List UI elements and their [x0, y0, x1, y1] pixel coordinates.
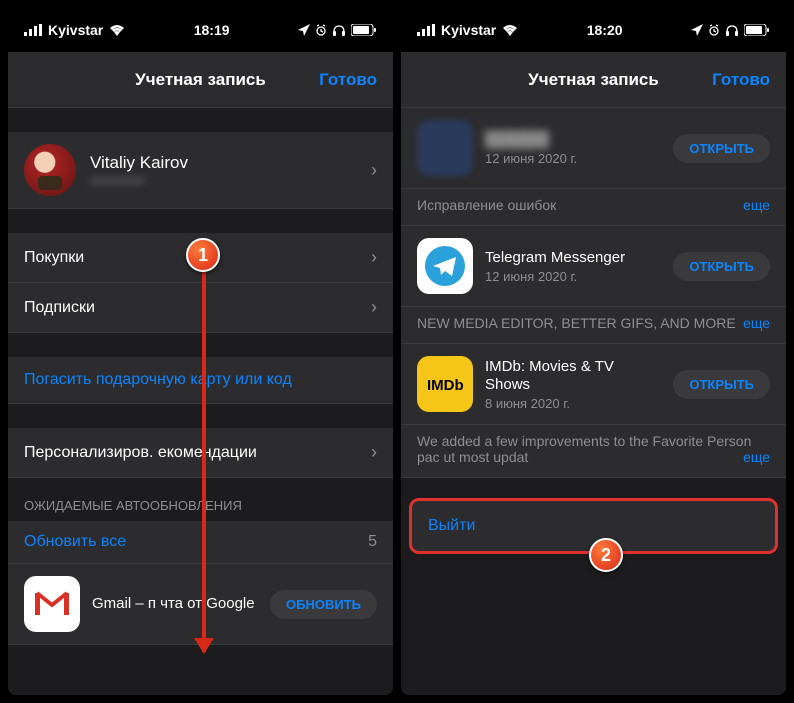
gmail-app-row[interactable]: Gmail – п чта от Google Обновить	[8, 564, 393, 645]
telegram-row[interactable]: Telegram Messenger 12 июня 2020 г. Откры…	[401, 226, 786, 307]
imdb-icon: IMDb	[417, 356, 473, 412]
imdb-notes: We added a few improvements to the Favor…	[401, 425, 786, 478]
phone-left: Kyivstar 18:19 Учетная запись Готово Vit…	[8, 8, 393, 695]
account-header: Учетная запись Готово	[8, 52, 393, 108]
battery-icon	[351, 24, 377, 36]
alarm-icon	[315, 24, 327, 36]
telegram-name: Telegram Messenger	[485, 249, 661, 267]
user-profile-row[interactable]: Vitaliy Kairov •••••••••••• ›	[8, 132, 393, 209]
more-link[interactable]: еще	[737, 315, 770, 331]
purchases-label: Покупки	[24, 249, 84, 267]
chevron-right-icon: ›	[371, 247, 377, 268]
app1-notes-text: Исправление ошибок	[417, 197, 556, 213]
signal-icon	[24, 24, 42, 36]
done-button[interactable]: Готово	[712, 70, 770, 90]
telegram-icon	[417, 238, 473, 294]
app1-name: ██████	[485, 131, 661, 149]
chevron-right-icon: ›	[371, 160, 377, 181]
wifi-icon	[109, 24, 125, 36]
battery-icon	[744, 24, 770, 36]
headphones-icon	[332, 24, 346, 36]
carrier-label: Kyivstar	[441, 22, 496, 38]
annotation-badge-1: 1	[186, 238, 220, 272]
chevron-right-icon: ›	[371, 442, 377, 463]
annotation-arrow	[202, 272, 206, 652]
redeem-label: Погасить подарочную карту или код	[24, 371, 292, 389]
telegram-date: 12 июня 2020 г.	[485, 269, 661, 284]
user-email: ••••••••••••	[90, 173, 357, 188]
gmail-update-button[interactable]: Обновить	[270, 590, 377, 619]
location-arrow-icon	[298, 24, 310, 36]
content-area: ██████ 12 июня 2020 г. Открыть Исправлен…	[401, 108, 786, 695]
app1-date: 12 июня 2020 г.	[485, 151, 661, 166]
update-all-row[interactable]: Обновить все 5	[8, 521, 393, 564]
update-all-label: Обновить все	[24, 533, 126, 551]
phone-right: Kyivstar 18:20 Учетная запись Готово ███…	[401, 8, 786, 695]
account-header: Учетная запись Готово	[401, 52, 786, 108]
imdb-name: IMDb: Movies & TV Shows	[485, 358, 661, 394]
app1-notes: Исправление ошибок еще	[401, 189, 786, 226]
time-label: 18:20	[587, 22, 623, 38]
done-button[interactable]: Готово	[319, 70, 377, 90]
updates-section-header: Ожидаемые автообновления	[8, 478, 393, 521]
status-bar: Kyivstar 18:20	[401, 8, 786, 52]
personalized-row[interactable]: Персонализиров. екомендации ›	[8, 428, 393, 478]
subscriptions-row[interactable]: Подписки ›	[8, 283, 393, 333]
redeem-row[interactable]: Погасить подарочную карту или код	[8, 357, 393, 404]
content-area: Vitaliy Kairov •••••••••••• › Покупки › …	[8, 108, 393, 695]
user-name: Vitaliy Kairov	[90, 153, 357, 173]
imdb-date: 8 июня 2020 г.	[485, 396, 661, 411]
time-label: 18:19	[194, 22, 230, 38]
subscriptions-label: Подписки	[24, 299, 95, 317]
telegram-notes: NEW MEDIA EDITOR, BETTER GIFS, AND MORE …	[401, 307, 786, 344]
signal-icon	[417, 24, 435, 36]
imdb-notes-text: We added a few improvements to the Favor…	[417, 433, 751, 465]
telegram-open-button[interactable]: Открыть	[673, 252, 770, 281]
app1-open-button[interactable]: Открыть	[673, 134, 770, 163]
more-link[interactable]: еще	[737, 449, 770, 465]
telegram-notes-text: NEW MEDIA EDITOR, BETTER GIFS, AND MORE	[417, 315, 736, 331]
header-title: Учетная запись	[135, 70, 266, 90]
header-title: Учетная запись	[528, 70, 659, 90]
app1-icon	[417, 120, 473, 176]
status-bar: Kyivstar 18:19	[8, 8, 393, 52]
app1-row[interactable]: ██████ 12 июня 2020 г. Открыть	[401, 108, 786, 189]
annotation-badge-2: 2	[589, 538, 623, 572]
wifi-icon	[502, 24, 518, 36]
chevron-right-icon: ›	[371, 297, 377, 318]
update-count: 5	[368, 533, 377, 551]
imdb-row[interactable]: IMDb IMDb: Movies & TV Shows 8 июня 2020…	[401, 344, 786, 425]
alarm-icon	[708, 24, 720, 36]
personalized-label: Персонализиров. екомендации	[24, 444, 257, 462]
gmail-name: Gmail – п чта от Google	[92, 595, 258, 613]
more-link[interactable]: еще	[737, 197, 770, 213]
carrier-label: Kyivstar	[48, 22, 103, 38]
headphones-icon	[725, 24, 739, 36]
gmail-icon	[24, 576, 80, 632]
location-arrow-icon	[691, 24, 703, 36]
svg-text:IMDb: IMDb	[427, 377, 464, 394]
imdb-open-button[interactable]: Открыть	[673, 370, 770, 399]
avatar	[24, 144, 76, 196]
